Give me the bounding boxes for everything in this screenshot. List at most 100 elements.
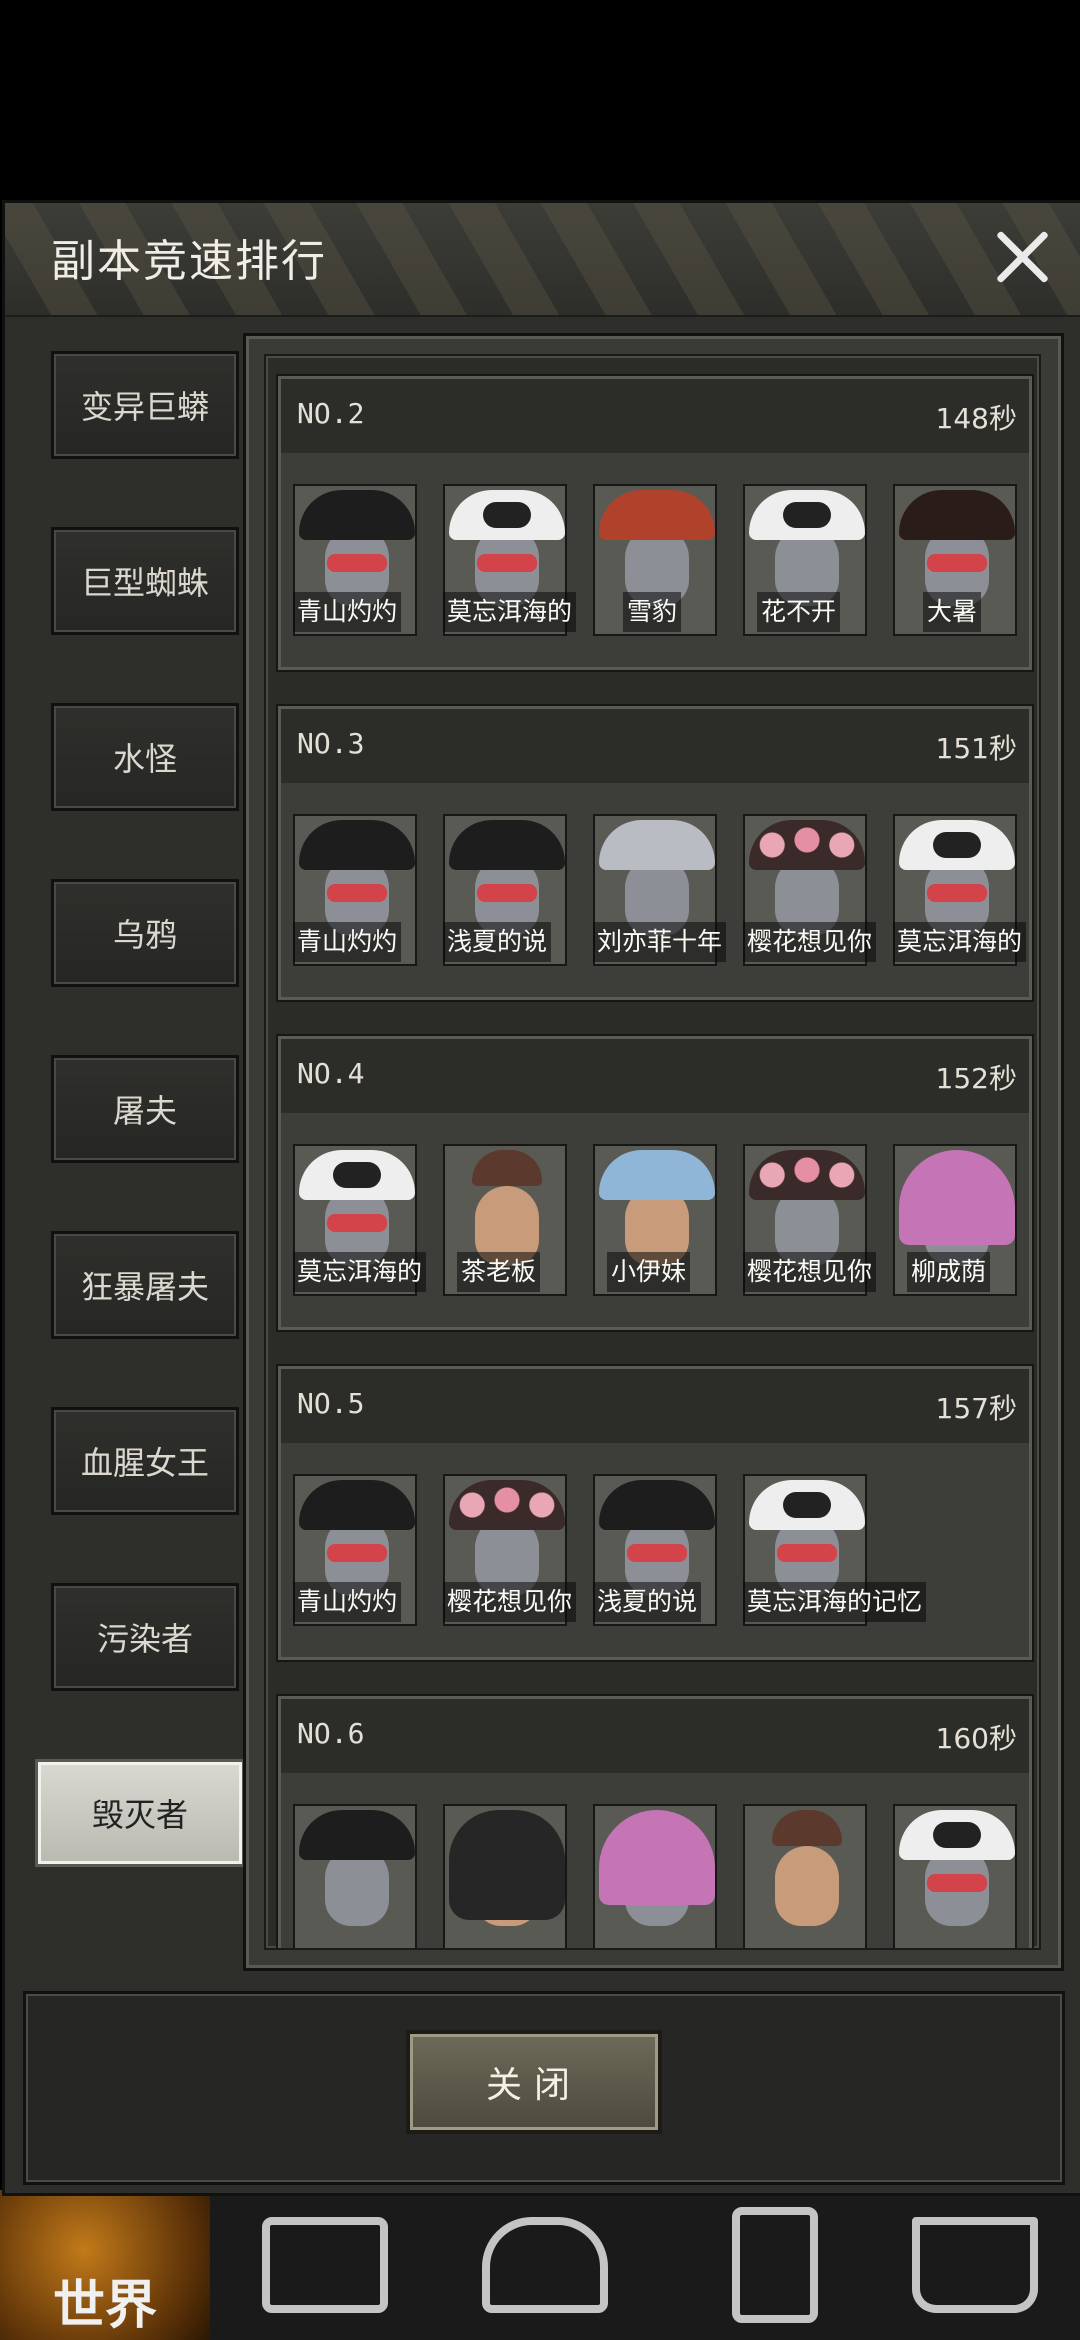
rank-card: NO.4 152秒 莫忘洱海的 茶老板 小伊妹 樱花想见你 柳成荫 xyxy=(278,1036,1032,1330)
rank-card: NO.2 148秒 青山灼灼 莫忘洱海的 雪豹 花不开 大暑 xyxy=(278,376,1032,670)
member-name: 花不开 xyxy=(757,592,841,632)
member[interactable] xyxy=(443,1804,567,1948)
avatar xyxy=(443,1804,567,1948)
nav-backpack[interactable] xyxy=(250,2190,400,2340)
member-name: 茶老板 xyxy=(457,1252,541,1292)
rank-header: NO.2 148秒 xyxy=(281,379,1029,453)
member[interactable]: 樱花想见你 xyxy=(743,814,877,966)
modal-footer: 关闭 xyxy=(23,1991,1065,2185)
member[interactable]: 莫忘洱海的记忆 xyxy=(743,1474,927,1626)
member[interactable]: 浅夏的说 xyxy=(443,814,567,966)
nav-shop[interactable] xyxy=(900,2190,1050,2340)
sidebar-item-water-monster[interactable]: 水怪 xyxy=(51,703,239,811)
member-list xyxy=(293,1804,1023,1948)
member-list: 青山灼灼 莫忘洱海的 雪豹 花不开 大暑 xyxy=(293,484,1023,639)
rank-header: NO.6 160秒 xyxy=(281,1699,1029,1773)
rank-number: NO.6 xyxy=(297,1717,365,1750)
member-name: 柳成荫 xyxy=(907,1252,991,1292)
rank-number: NO.3 xyxy=(297,727,365,760)
sidebar-item-bloody-queen[interactable]: 血腥女王 xyxy=(51,1407,239,1515)
member-name: 雪豹 xyxy=(623,592,682,632)
member[interactable]: 莫忘洱海的 xyxy=(293,1144,427,1296)
member[interactable]: 雪豹 xyxy=(593,484,717,636)
cart-icon xyxy=(912,2217,1038,2313)
rank-number: NO.2 xyxy=(297,397,365,430)
member[interactable]: 青山灼灼 xyxy=(293,484,417,636)
member-name: 刘亦菲十年 xyxy=(593,922,727,962)
rank-card: NO.6 160秒 xyxy=(278,1696,1032,1948)
member-name: 浅夏的说 xyxy=(443,922,552,962)
avatar xyxy=(593,1804,717,1948)
rank-time: 152秒 xyxy=(935,1062,1017,1095)
bottom-nav: 世界 xyxy=(0,2190,1080,2340)
rank-header: NO.3 151秒 xyxy=(281,709,1029,783)
nav-skills[interactable] xyxy=(470,2190,620,2340)
member[interactable] xyxy=(893,1804,1017,1948)
member[interactable]: 樱花想见你 xyxy=(443,1474,577,1626)
member-name: 青山灼灼 xyxy=(293,1582,402,1622)
member[interactable] xyxy=(293,1804,417,1948)
sidebar-item-giant-spider[interactable]: 巨型蜘蛛 xyxy=(51,527,239,635)
member-name: 大暑 xyxy=(923,592,982,632)
status-bar-area xyxy=(0,0,1080,200)
modal-header: 副本竞速排行 xyxy=(5,203,1080,317)
member[interactable]: 青山灼灼 xyxy=(293,814,417,966)
avatar xyxy=(293,1804,417,1948)
member[interactable]: 茶老板 xyxy=(443,1144,567,1296)
member-name: 莫忘洱海的 xyxy=(293,1252,427,1292)
nav-world-label: 世界 xyxy=(52,2274,157,2336)
member[interactable]: 刘亦菲十年 xyxy=(593,814,727,966)
rank-number: NO.5 xyxy=(297,1387,365,1420)
member-name: 莫忘洱海的记忆 xyxy=(743,1582,927,1622)
member[interactable]: 浅夏的说 xyxy=(593,1474,717,1626)
rank-time: 148秒 xyxy=(935,402,1017,435)
rank-card: NO.5 157秒 青山灼灼 樱花想见你 浅夏的说 莫忘洱海的记忆 xyxy=(278,1366,1032,1660)
backpack-icon xyxy=(262,2217,388,2313)
member[interactable]: 青山灼灼 xyxy=(293,1474,417,1626)
member-name: 樱花想见你 xyxy=(743,1252,877,1292)
phone-icon xyxy=(732,2207,818,2323)
avatar xyxy=(893,1804,1017,1948)
sidebar-item-polluter[interactable]: 污染者 xyxy=(51,1583,239,1691)
rank-number: NO.4 xyxy=(297,1057,365,1090)
member-name: 青山灼灼 xyxy=(293,922,402,962)
sidebar-item-destroyer[interactable]: 毁灭者 xyxy=(35,1759,245,1867)
member[interactable]: 小伊妹 xyxy=(593,1144,717,1296)
member-name: 浅夏的说 xyxy=(593,1582,702,1622)
modal-title: 副本竞速排行 xyxy=(51,236,327,287)
member-name: 樱花想见你 xyxy=(443,1582,577,1622)
member[interactable] xyxy=(593,1804,717,1948)
member[interactable] xyxy=(743,1804,867,1948)
rank-header: NO.5 157秒 xyxy=(281,1369,1029,1443)
head-gear-icon xyxy=(482,2217,608,2313)
member-name: 莫忘洱海的 xyxy=(893,922,1027,962)
member[interactable]: 柳成荫 xyxy=(893,1144,1017,1296)
member[interactable]: 樱花想见你 xyxy=(743,1144,877,1296)
member-name: 青山灼灼 xyxy=(293,592,402,632)
member-list: 莫忘洱海的 茶老板 小伊妹 樱花想见你 柳成荫 xyxy=(293,1144,1023,1299)
member[interactable]: 莫忘洱海的 xyxy=(443,484,577,636)
ranking-list[interactable]: NO.2 148秒 青山灼灼 莫忘洱海的 雪豹 花不开 大暑 NO.3 151秒… xyxy=(264,354,1041,1950)
avatar xyxy=(743,1804,867,1948)
rank-card: NO.3 151秒 青山灼灼 浅夏的说 刘亦菲十年 樱花想见你 莫忘洱海的 xyxy=(278,706,1032,1000)
rank-time: 151秒 xyxy=(935,732,1017,765)
rank-time: 157秒 xyxy=(935,1392,1017,1425)
member-list: 青山灼灼 樱花想见你 浅夏的说 莫忘洱海的记忆 xyxy=(293,1474,1023,1629)
nav-world[interactable]: 世界 xyxy=(0,2190,210,2340)
sidebar-item-berserk-butcher[interactable]: 狂暴屠夫 xyxy=(51,1231,239,1339)
ranking-panel: NO.2 148秒 青山灼灼 莫忘洱海的 雪豹 花不开 大暑 NO.3 151秒… xyxy=(243,333,1064,1971)
member-name: 樱花想见你 xyxy=(743,922,877,962)
member[interactable]: 莫忘洱海的 xyxy=(893,814,1027,966)
rank-time: 160秒 xyxy=(935,1722,1017,1755)
close-icon[interactable] xyxy=(989,225,1053,289)
sidebar-item-butcher[interactable]: 屠夫 xyxy=(51,1055,239,1163)
member-list: 青山灼灼 浅夏的说 刘亦菲十年 樱花想见你 莫忘洱海的 xyxy=(293,814,1027,969)
member[interactable]: 花不开 xyxy=(743,484,867,636)
speedrun-ranking-modal: 副本竞速排行 变异巨蟒 巨型蜘蛛 水怪 乌鸦 屠夫 狂暴屠夫 血腥女王 污染者 … xyxy=(2,200,1080,2196)
close-button[interactable]: 关闭 xyxy=(406,2030,662,2134)
rank-header: NO.4 152秒 xyxy=(281,1039,1029,1113)
nav-phone[interactable] xyxy=(700,2190,850,2340)
sidebar-item-crow[interactable]: 乌鸦 xyxy=(51,879,239,987)
member[interactable]: 大暑 xyxy=(893,484,1017,636)
sidebar-item-mutant-python[interactable]: 变异巨蟒 xyxy=(51,351,239,459)
